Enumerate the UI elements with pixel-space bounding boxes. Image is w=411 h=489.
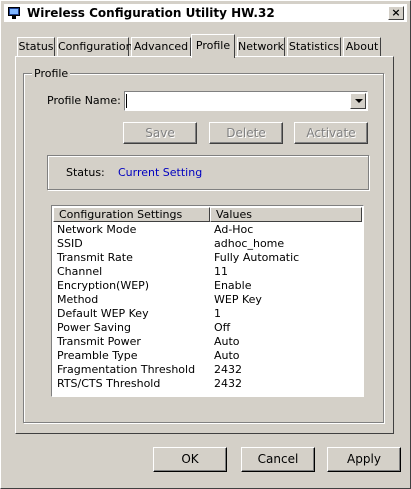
table-row[interactable]: Fragmentation Threshold 2432 [53,363,362,377]
status-label: Status: [66,166,105,179]
setting-value: 11 [214,265,228,278]
tab-status[interactable]: Status [17,37,55,57]
setting-name: RTS/CTS Threshold [57,377,161,390]
table-row[interactable]: Preamble Type Auto [53,349,362,363]
setting-value: Ad-Hoc [214,223,254,236]
setting-name: Channel [57,265,103,278]
status-box: Status: Current Setting [47,155,369,190]
table-row[interactable]: Power Saving Off [53,321,362,335]
profile-name-label: Profile Name: [47,94,121,107]
title-bar[interactable]: Wireless Configuration Utility HW.32 × [4,4,407,22]
setting-name: Transmit Power [57,335,141,348]
setting-value: WEP Key [214,293,262,306]
setting-value: Fully Automatic [214,251,300,264]
setting-value: 1 [214,307,221,320]
setting-value: Off [214,321,231,334]
activate-button[interactable]: Activate [294,122,368,144]
save-button[interactable]: Save [123,122,197,144]
profile-group-label: Profile [32,67,71,80]
setting-name: SSID [57,237,83,250]
table-row[interactable]: Method WEP Key [53,293,362,307]
profile-name-input[interactable] [126,93,348,109]
chevron-down-icon[interactable] [350,93,366,109]
setting-value: Auto [214,335,240,348]
table-row[interactable]: Transmit Rate Fully Automatic [53,251,362,265]
setting-value: Enable [214,279,252,292]
setting-name: Fragmentation Threshold [57,363,196,376]
table-row[interactable]: SSID adhoc_home [53,237,362,251]
table-row[interactable]: Encryption(WEP) Enable [53,279,362,293]
setting-value: Auto [214,349,240,362]
ok-button[interactable]: OK [153,447,227,472]
setting-name: Transmit Rate [57,251,133,264]
profile-tab-panel: Profile Profile Name: Save Delete Activa… [15,56,394,434]
table-row[interactable]: Default WEP Key 1 [53,307,362,321]
table-row[interactable]: Network Mode Ad-Hoc [53,223,362,237]
table-row[interactable]: RTS/CTS Threshold 2432 [53,377,362,391]
setting-name: Network Mode [57,223,137,236]
setting-name: Preamble Type [57,349,138,362]
delete-button[interactable]: Delete [209,122,283,144]
app-window: Wireless Configuration Utility HW.32 × S… [0,0,411,489]
setting-name: Method [57,293,99,306]
settings-rows: Network Mode Ad-Hoc SSID adhoc_home Transmit… [53,223,362,391]
table-row[interactable]: Channel 11 [53,265,362,279]
setting-value: 2432 [214,377,242,390]
apply-button[interactable]: Apply [327,447,401,472]
text-cursor [126,94,127,108]
setting-name: Power Saving [57,321,131,334]
profile-name-combobox[interactable] [124,91,368,111]
setting-name: Default WEP Key [57,307,149,320]
computer-icon [6,6,22,20]
settings-list[interactable]: Configuration Settings Values Network Mo… [51,205,364,397]
column-header-values[interactable]: Values [210,207,362,222]
tab-statistics[interactable]: Statistics [287,37,341,57]
window-title: Wireless Configuration Utility HW.32 [27,6,275,20]
tab-about[interactable]: About [343,37,381,57]
tab-advanced[interactable]: Advanced [131,37,191,57]
tab-configuration[interactable]: Configuration [57,37,133,57]
setting-value: 2432 [214,363,242,376]
status-value: Current Setting [118,166,203,179]
column-header-settings[interactable]: Configuration Settings [53,207,210,222]
close-button[interactable]: × [388,6,404,20]
table-row[interactable]: Transmit Power Auto [53,335,362,349]
setting-name: Encryption(WEP) [57,279,150,292]
cancel-button[interactable]: Cancel [241,447,315,472]
settings-list-header: Configuration Settings Values [53,207,362,222]
tab-profile[interactable]: Profile [191,34,235,58]
tab-network[interactable]: Network [237,37,285,57]
setting-value: adhoc_home [214,237,285,250]
